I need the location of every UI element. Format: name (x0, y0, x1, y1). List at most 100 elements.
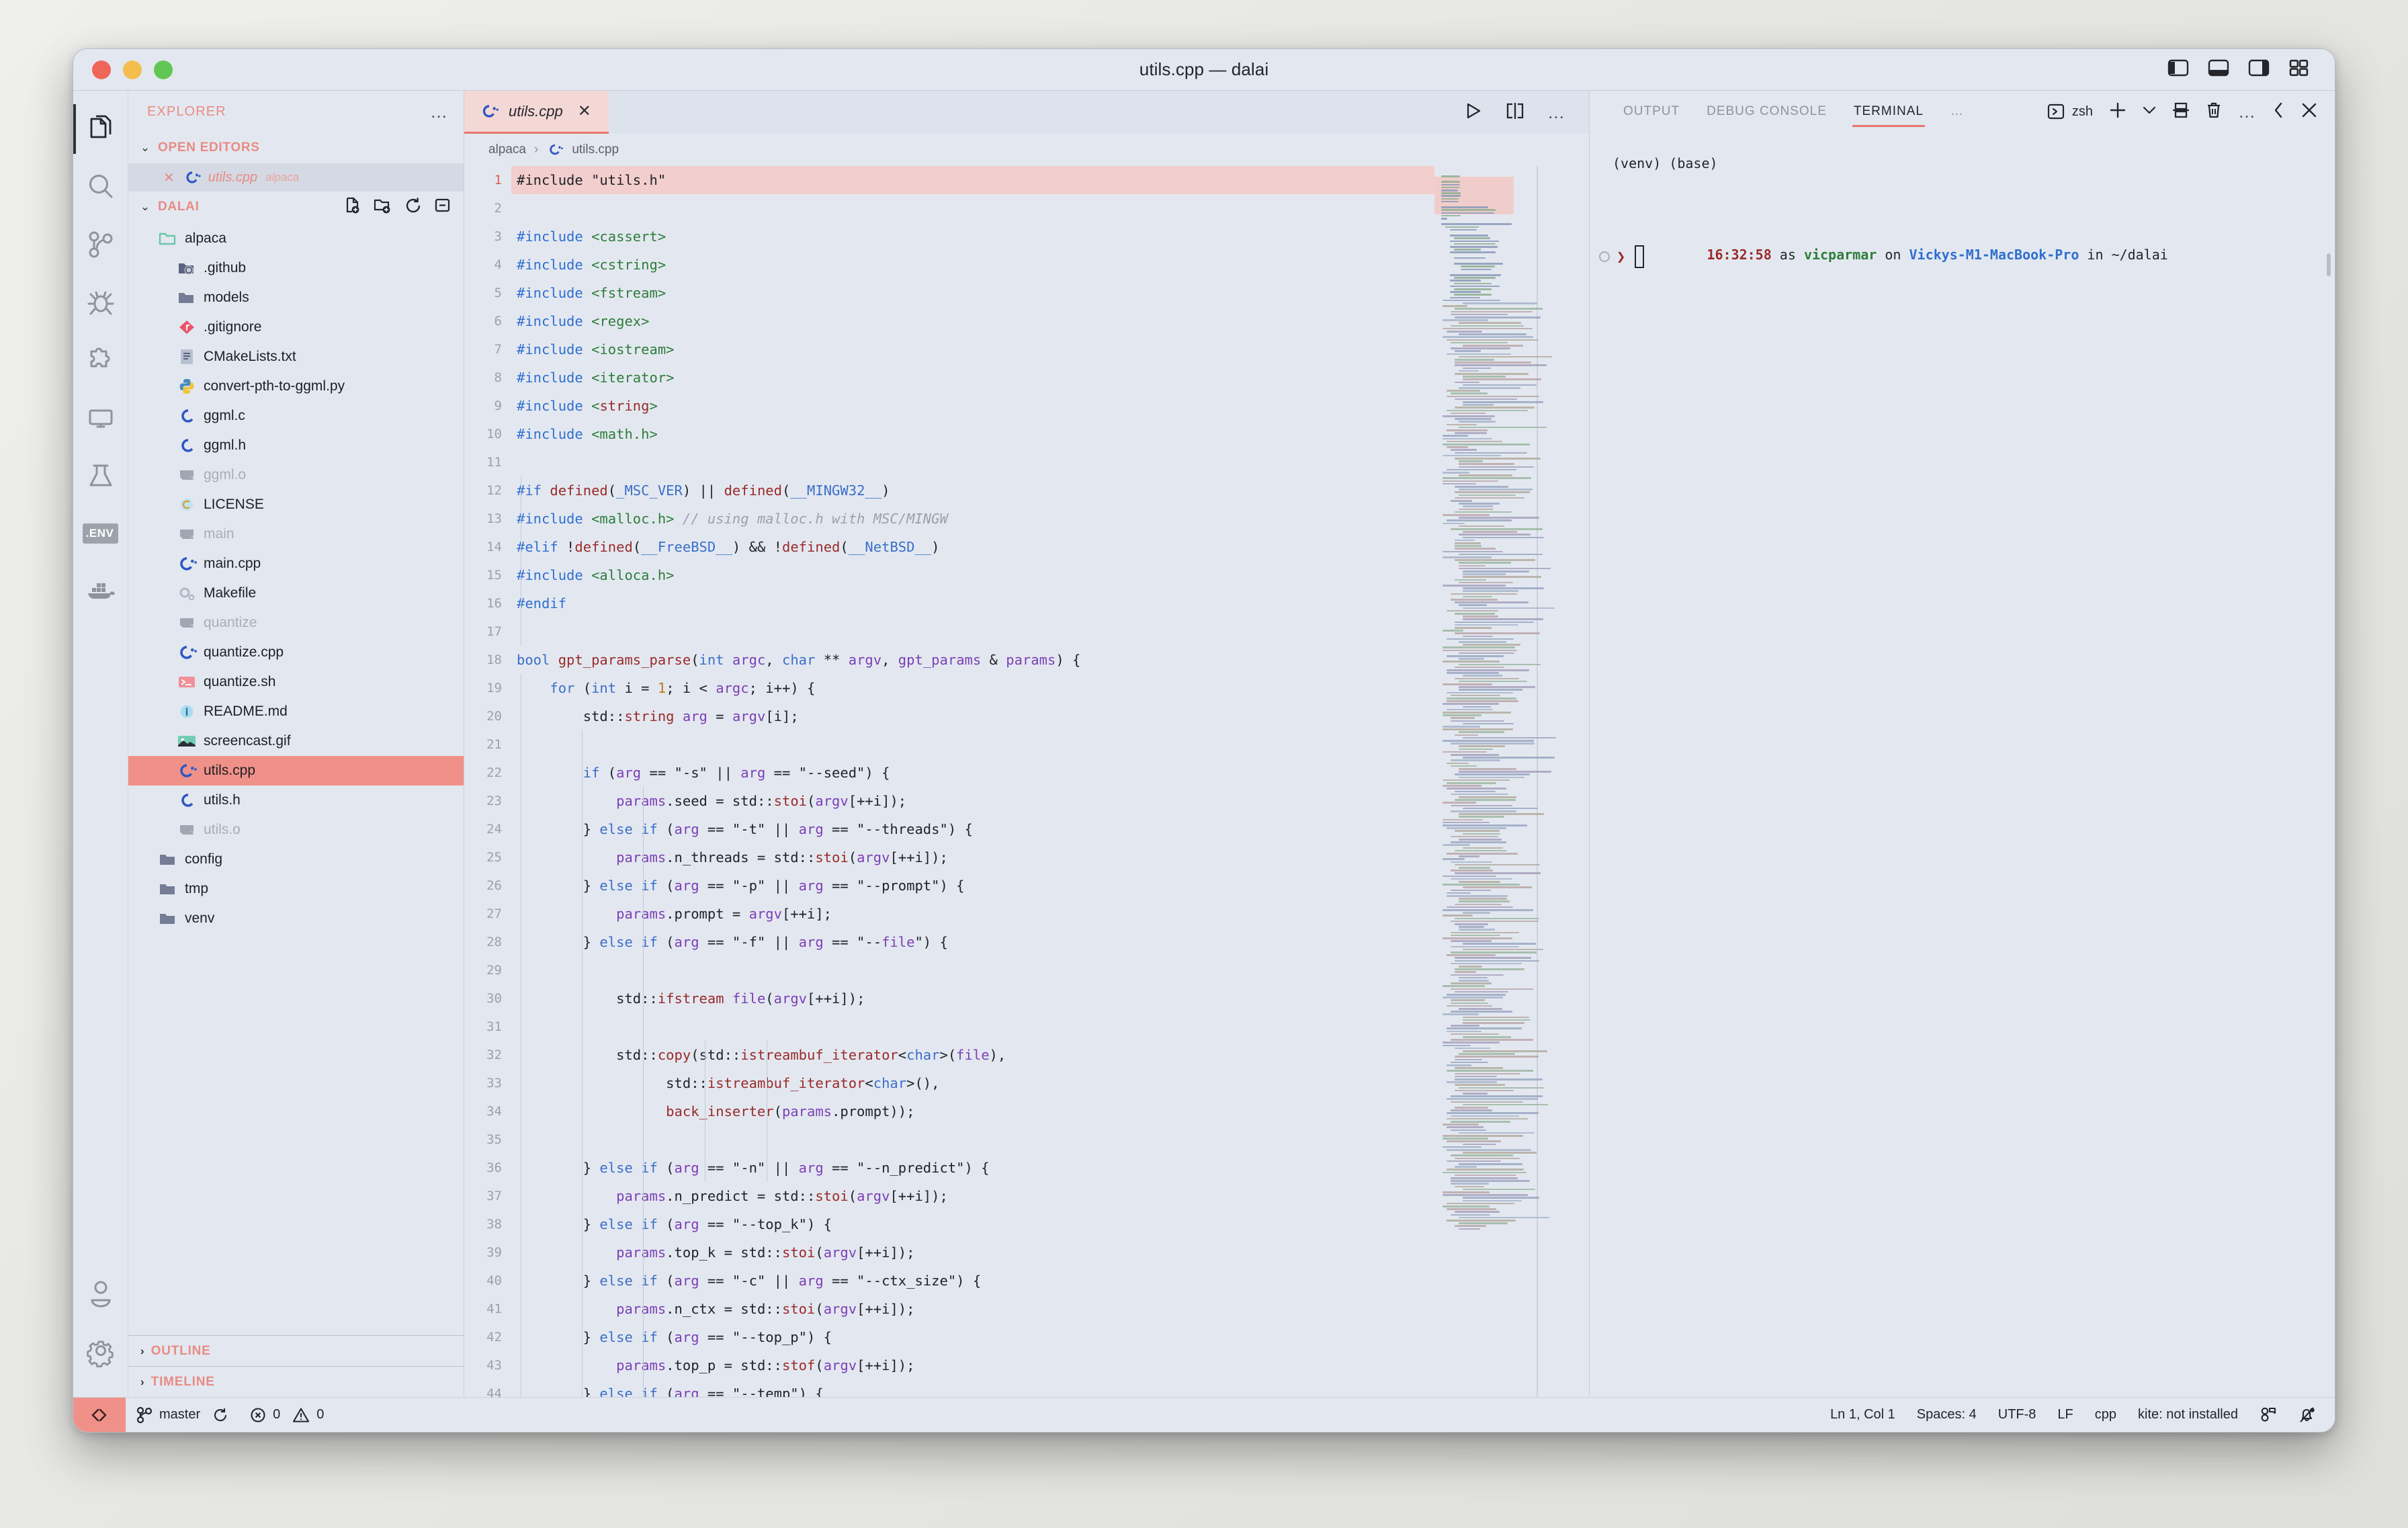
status-branch[interactable]: master (126, 1398, 239, 1433)
tree-item-ggml-c[interactable]: ggml.c (128, 401, 464, 431)
kill-terminal-icon[interactable] (2206, 101, 2222, 122)
code-line[interactable]: if (arg == "-s" || arg == "--seed") { (511, 759, 1434, 787)
run-icon[interactable] (1464, 101, 1483, 124)
code-line[interactable]: for (int i = 1; i < argc; i++) { (511, 674, 1434, 702)
customize-layout-icon[interactable] (2289, 59, 2309, 80)
section-open-editors[interactable]: ⌄ OPEN EDITORS (128, 132, 464, 163)
tree-item-alpaca[interactable]: alpaca (128, 224, 464, 253)
tree-item-quantize-cpp[interactable]: quantize.cpp (128, 638, 464, 667)
section-timeline[interactable]: › TIMELINE (128, 1366, 464, 1397)
code-line[interactable]: } else if (arg == "-p" || arg == "--prom… (511, 872, 1434, 900)
status-eol[interactable]: LF (2047, 1398, 2083, 1433)
breadcrumb-file[interactable]: utils.cpp (572, 142, 619, 157)
tree-item-main-cpp[interactable]: main.cpp (128, 549, 464, 579)
activitybar-item-remote-explorer[interactable] (73, 389, 128, 447)
close-icon[interactable]: ✕ (163, 169, 175, 186)
close-window-button[interactable] (92, 60, 111, 79)
code-line[interactable]: #elif !defined(__FreeBSD__) && !defined(… (511, 533, 1434, 561)
code-line[interactable]: std::copy(std::istreambuf_iterator<char>… (511, 1041, 1434, 1069)
status-live-share[interactable] (2249, 1398, 2288, 1433)
tree-item-convert-pth-to-ggml-py[interactable]: convert-pth-to-ggml.py (128, 372, 464, 401)
tree-item-readme-md[interactable]: README.md (128, 697, 464, 726)
status-indentation[interactable]: Spaces: 4 (1906, 1398, 1987, 1433)
tab-terminal[interactable]: TERMINAL (1840, 91, 1937, 132)
terminal-shell-selector[interactable]: zsh (2048, 103, 2093, 120)
panel-more-tabs-icon[interactable]: … (1937, 91, 1977, 132)
code-line[interactable]: #include <cstring> (511, 251, 1434, 279)
activitybar-item-accounts[interactable] (73, 1264, 128, 1322)
code-line[interactable]: #include <fstream> (511, 279, 1434, 307)
tree-item-gitignore[interactable]: .gitignore (128, 312, 464, 342)
panel-more-actions-icon[interactable]: … (2238, 108, 2257, 115)
sidebar-more-actions-icon[interactable]: … (430, 108, 449, 115)
code-line[interactable]: #include <iostream> (511, 335, 1434, 364)
activitybar-item-extensions[interactable] (73, 331, 128, 389)
code-line[interactable]: } else if (arg == "-t" || arg == "--thre… (511, 815, 1434, 843)
code-line[interactable]: } else if (arg == "-n" || arg == "--n_pr… (511, 1154, 1434, 1182)
status-kite[interactable]: kite: not installed (2127, 1398, 2249, 1433)
code-line[interactable]: } else if (arg == "--top_k") { (511, 1210, 1434, 1238)
activitybar-item-docker[interactable] (73, 562, 128, 620)
chevron-down-icon[interactable] (2143, 105, 2156, 118)
status-language-mode[interactable]: cpp (2084, 1398, 2127, 1433)
tree-item-ggml-o[interactable]: ggml.o (128, 460, 464, 490)
toggle-panel-icon[interactable] (2208, 59, 2229, 80)
code-line[interactable]: std::istreambuf_iterator<char>(), (511, 1069, 1434, 1097)
code-line[interactable]: #if defined(_MSC_VER) || defined(__MINGW… (511, 476, 1434, 505)
tree-item-utils-h[interactable]: utils.h (128, 786, 464, 815)
code-line[interactable]: #include <iterator> (511, 364, 1434, 392)
zoom-window-button[interactable] (154, 60, 173, 79)
close-panel-icon[interactable] (2301, 102, 2317, 122)
split-terminal-icon[interactable] (2172, 101, 2190, 122)
code-line[interactable]: params.n_ctx = std::stoi(argv[++i]); (511, 1295, 1434, 1323)
activitybar-item-explorer[interactable] (73, 100, 128, 158)
status-encoding[interactable]: UTF-8 (1987, 1398, 2047, 1433)
code-line[interactable]: #include <cassert> (511, 222, 1434, 251)
code-line[interactable]: #include <malloc.h> // using malloc.h wi… (511, 505, 1434, 533)
code-line[interactable] (511, 194, 1434, 222)
code-line[interactable]: params.top_k = std::stoi(argv[++i]); (511, 1238, 1434, 1267)
code-line[interactable]: #include <string> (511, 392, 1434, 420)
code-content[interactable]: #include "utils.h" #include <cassert>#in… (511, 166, 1434, 1397)
tree-item-license[interactable]: LICENSE (128, 490, 464, 519)
code-line[interactable]: params.n_predict = std::stoi(argv[++i]); (511, 1182, 1434, 1210)
new-file-icon[interactable] (344, 197, 361, 218)
activitybar-item-run-and-debug[interactable] (73, 273, 128, 331)
tree-item-quantize-sh[interactable]: quantize.sh (128, 667, 464, 697)
code-line[interactable]: params.prompt = argv[++i]; (511, 900, 1434, 928)
editor-more-actions-icon[interactable]: … (1547, 109, 1566, 116)
tree-item-models[interactable]: models (128, 283, 464, 312)
code-line[interactable] (511, 1013, 1434, 1041)
code-line[interactable]: back_inserter(params.prompt)); (511, 1097, 1434, 1126)
tab-utils-cpp[interactable]: utils.cpp ✕ (464, 91, 609, 134)
code-line[interactable]: params.seed = std::stoi(argv[++i]); (511, 787, 1434, 815)
status-notifications[interactable] (2288, 1398, 2327, 1433)
tree-item-config[interactable]: config (128, 845, 464, 874)
code-line[interactable]: #endif (511, 589, 1434, 618)
section-project-dalai[interactable]: ⌄ DALAI (128, 192, 464, 222)
code-line[interactable]: #include <regex> (511, 307, 1434, 335)
code-line[interactable]: params.n_threads = std::stoi(argv[++i]); (511, 843, 1434, 872)
code-line[interactable]: } else if (arg == "-c" || arg == "--ctx_… (511, 1267, 1434, 1295)
breadcrumb[interactable]: alpaca › utils.cpp (464, 134, 1589, 166)
tab-output[interactable]: OUTPUT (1610, 91, 1693, 132)
tree-item-tmp[interactable]: tmp (128, 874, 464, 904)
activitybar-item-search[interactable] (73, 158, 128, 216)
maximize-panel-icon[interactable] (2273, 101, 2285, 122)
tree-item-utils-o[interactable]: utils.o (128, 815, 464, 845)
activitybar-item-dotenv[interactable]: .ENV (73, 505, 128, 562)
tab-close-icon[interactable]: ✕ (578, 101, 591, 121)
section-outline[interactable]: › OUTLINE (128, 1335, 464, 1366)
toggle-secondary-sidebar-icon[interactable] (2249, 59, 2269, 80)
new-terminal-icon[interactable] (2109, 101, 2126, 122)
toggle-primary-sidebar-icon[interactable] (2168, 59, 2188, 80)
minimap[interactable] (1434, 166, 1589, 1397)
tree-item-ggml-h[interactable]: ggml.h (128, 431, 464, 460)
activitybar-item-source-control[interactable] (73, 216, 128, 273)
activitybar-item-manage[interactable] (73, 1322, 128, 1380)
code-line[interactable]: #include "utils.h" (511, 166, 1434, 194)
code-line[interactable]: } else if (arg == "-f" || arg == "--file… (511, 928, 1434, 956)
open-editor-item-utils-cpp[interactable]: ✕ utils.cpp alpaca (128, 163, 464, 192)
split-editor-icon[interactable] (1506, 102, 1524, 123)
terminal-output[interactable]: (venv) (base) 16:32:58 as vicparmar on V… (1590, 132, 2335, 1397)
